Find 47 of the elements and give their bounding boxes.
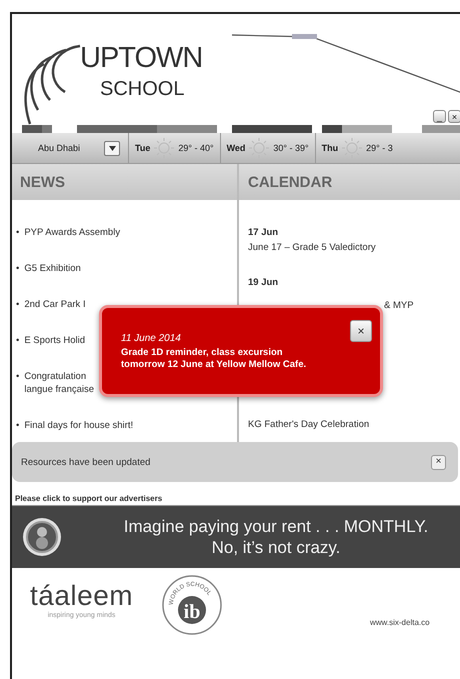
brand-logo-text[interactable]: táaleem <box>30 580 134 612</box>
credit-link[interactable]: www.six-delta.co <box>370 618 430 627</box>
weather-day: Thu <box>322 143 338 153</box>
minimize-button[interactable]: _ <box>433 110 446 123</box>
event-title[interactable]: KG Father's Day Celebration <box>248 419 460 430</box>
news-heading: NEWS <box>12 164 237 200</box>
emblem-icon <box>22 517 62 557</box>
bullet: • <box>16 420 20 431</box>
news-link[interactable]: PYP Awards Assembly <box>24 227 120 238</box>
city-label: Abu Dhabi <box>37 143 82 153</box>
news-link[interactable]: E Sports Holid <box>24 335 86 346</box>
close-button[interactable]: × <box>350 320 372 342</box>
event-date: 17 Jun <box>248 227 280 238</box>
close-button[interactable]: × <box>431 454 446 470</box>
bullet: • <box>16 335 20 346</box>
news-link[interactable]: Final days for house shirt! <box>24 420 134 431</box>
weather-day: Wed <box>226 143 246 153</box>
temperature-range: 29° - 3 <box>366 143 393 153</box>
sun-icon <box>342 138 362 158</box>
news-link[interactable]: G5 Exhibition <box>24 263 81 274</box>
temperature-range: 30° - 39° <box>273 143 309 153</box>
city-dropdown-button[interactable] <box>104 140 120 156</box>
event-date: 19 Jun <box>248 277 280 288</box>
notification-text: Resources have been updated <box>21 456 150 468</box>
ad-text: Imagine paying your rent . . . MONTHLY. <box>124 516 428 537</box>
bullet: • <box>16 371 20 384</box>
ad-text: No, it’s not crazy. <box>212 537 340 558</box>
news-link[interactable]: 2nd Car Park I <box>24 299 86 310</box>
caret-icon <box>108 146 116 150</box>
weather-day: Tue <box>135 143 150 153</box>
sun-icon <box>154 138 174 158</box>
news-link[interactable]: Congratulation <box>24 371 94 382</box>
advertisers-label: Please click to support our advertisers <box>15 494 164 503</box>
news-link[interactable]: langue française <box>24 384 94 395</box>
temperature-range: 29° - 40° <box>178 143 214 153</box>
bullet: • <box>16 263 20 274</box>
popup-date: 11 June 2014 <box>121 333 182 344</box>
calendar-heading: CALENDAR <box>239 164 460 200</box>
logo-title: UPTOWN <box>80 41 202 76</box>
event-title[interactable]: June 17 – Grade 5 Valedictory <box>248 242 460 253</box>
logo-subtitle: SCHOOL <box>100 77 186 102</box>
bullet: • <box>16 299 20 310</box>
ad-banner[interactable]: Imagine paying your rent . . . MONTHLY. No, it’s not crazy. <box>12 505 460 568</box>
sun-icon <box>249 138 270 158</box>
popup-message: Grade 1D reminder, class excursion tomorrow 12 June at Yellow Mellow Cafe. <box>121 347 308 371</box>
bullet: • <box>16 227 20 238</box>
close-button[interactable]: × <box>448 110 460 123</box>
